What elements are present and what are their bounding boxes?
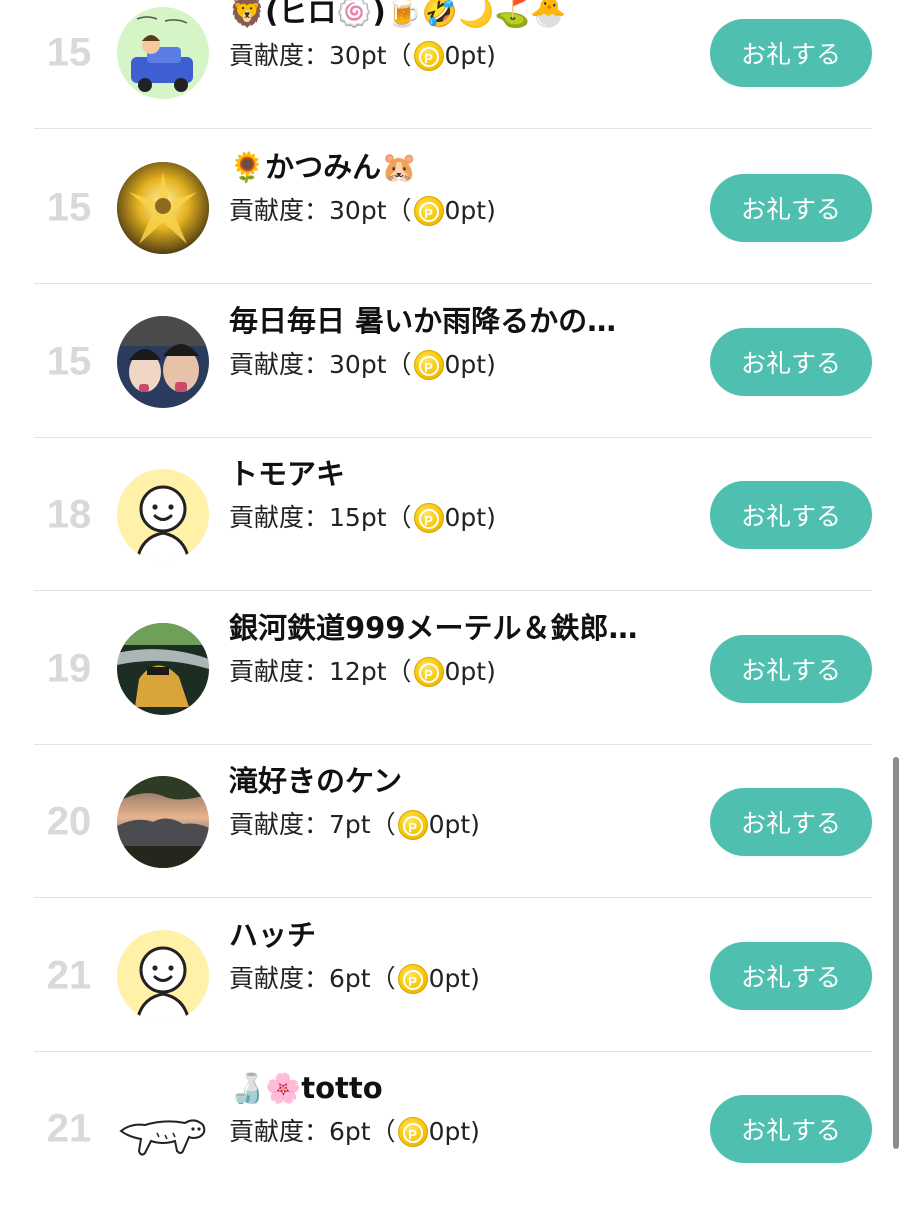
- score-label: 貢献度：: [229, 41, 330, 70]
- row-divider: [34, 897, 872, 898]
- paren: （: [386, 503, 412, 532]
- paren: （: [386, 350, 412, 379]
- paren: （: [386, 41, 412, 70]
- score-label: 貢献度：: [229, 810, 330, 839]
- contribution-score: 貢献度： 30pt （P 0pt): [229, 193, 496, 229]
- user-name: 銀河鉄道999メーテル＆鉄郎…: [229, 611, 638, 645]
- score-label: 貢献度：: [229, 1117, 330, 1146]
- rank-number: 18: [46, 492, 92, 536]
- coin-icon: P: [413, 350, 444, 380]
- contribution-score: 貢献度： 15pt （P 0pt): [229, 500, 496, 536]
- avatar[interactable]: [117, 775, 209, 868]
- thanks-button[interactable]: お礼する: [710, 1094, 872, 1163]
- coin-points: 0pt): [428, 1117, 480, 1146]
- ranking-row: 15 🦁(ヒロ🍥)🍺🤣🌙⛳🐣 貢献度： 30pt （P 0pt) お礼する: [0, 0, 907, 129]
- coin-points: 0pt): [444, 503, 496, 532]
- thanks-button[interactable]: お礼する: [710, 18, 872, 87]
- rank-number: 15: [46, 30, 92, 74]
- thanks-button[interactable]: お礼する: [710, 787, 872, 856]
- score-points: 12pt: [329, 657, 387, 686]
- contribution-score: 貢献度： 6pt （P 0pt): [229, 1114, 480, 1150]
- contribution-score: 貢献度： 12pt （P 0pt): [229, 654, 496, 690]
- coin-points: 0pt): [444, 196, 496, 225]
- user-name: 🌻かつみん🐹: [229, 150, 418, 184]
- scrollbar[interactable]: [893, 757, 899, 1149]
- ranking-row: 21 🍶🌸totto 貢献度： 6pt （P 0pt) お礼する: [0, 1052, 907, 1205]
- coin-icon: P: [413, 41, 444, 71]
- user-name: 🦁(ヒロ🍥)🍺🤣🌙⛳🐣: [229, 0, 567, 29]
- contribution-score: 貢献度： 6pt （P 0pt): [229, 961, 480, 997]
- avatar[interactable]: [117, 6, 209, 99]
- score-label: 貢献度：: [229, 964, 330, 993]
- thanks-button[interactable]: お礼する: [710, 941, 872, 1010]
- thanks-button[interactable]: お礼する: [710, 634, 872, 703]
- contribution-score: 貢献度： 30pt （P 0pt): [229, 347, 496, 383]
- rank-number: 21: [46, 1106, 92, 1150]
- score-points: 6pt: [329, 1117, 371, 1146]
- coin-points: 0pt): [444, 41, 496, 70]
- coin-icon: P: [413, 657, 444, 687]
- user-name: 🍶🌸totto: [229, 1071, 383, 1105]
- ranking-row: 15 🌻かつみん🐹 貢献度： 30pt （P 0pt) お礼する: [0, 131, 907, 284]
- ranking-row: 18 トモアキ 貢献度： 15pt （P 0pt) お礼する: [0, 438, 907, 591]
- coin-icon: P: [397, 810, 428, 840]
- coin-icon: P: [397, 964, 428, 994]
- user-name: ハッチ: [229, 918, 317, 952]
- row-divider: [34, 128, 872, 129]
- score-points: 30pt: [329, 41, 387, 70]
- ranking-row: 20 滝好きのケン 貢献度： 7pt （P 0pt) お礼する: [0, 745, 907, 898]
- user-name: 滝好きのケン: [229, 764, 403, 798]
- ranking-row: 21 ハッチ 貢献度： 6pt （P 0pt) お礼する: [0, 899, 907, 1052]
- score-points: 30pt: [329, 196, 387, 225]
- contribution-score: 貢献度： 30pt （P 0pt): [229, 38, 496, 74]
- avatar[interactable]: [117, 161, 209, 254]
- paren: （: [370, 810, 396, 839]
- score-label: 貢献度：: [229, 196, 330, 225]
- user-name: 毎日毎日 暑いか雨降るかの…: [229, 304, 617, 338]
- coin-points: 0pt): [444, 350, 496, 379]
- thanks-button[interactable]: お礼する: [710, 173, 872, 242]
- default-avatar-icon[interactable]: [117, 468, 209, 561]
- thanks-button[interactable]: お礼する: [710, 327, 872, 396]
- paren: （: [370, 1117, 396, 1146]
- default-avatar-icon[interactable]: [117, 929, 209, 1022]
- score-label: 貢献度：: [229, 350, 330, 379]
- avatar[interactable]: [117, 1082, 209, 1175]
- paren: （: [386, 196, 412, 225]
- coin-points: 0pt): [444, 657, 496, 686]
- coin-icon: P: [413, 196, 444, 226]
- ranking-row: 15 毎日毎日 暑いか雨降るかの… 貢献度： 30pt （P 0pt) お礼する: [0, 285, 907, 438]
- coin-points: 0pt): [428, 810, 480, 839]
- avatar[interactable]: [117, 622, 209, 715]
- rank-number: 19: [46, 646, 92, 690]
- row-divider: [34, 283, 872, 284]
- score-points: 30pt: [329, 350, 387, 379]
- coin-icon: P: [413, 503, 444, 533]
- thanks-button[interactable]: お礼する: [710, 480, 872, 549]
- rank-number: 20: [46, 799, 92, 843]
- score-label: 貢献度：: [229, 503, 330, 532]
- rank-number: 15: [46, 185, 92, 229]
- score-points: 15pt: [329, 503, 387, 532]
- avatar[interactable]: [117, 315, 209, 408]
- score-points: 7pt: [329, 810, 371, 839]
- rank-number: 21: [46, 953, 92, 997]
- score-label: 貢献度：: [229, 657, 330, 686]
- row-divider: [34, 590, 872, 591]
- rank-number: 15: [46, 339, 92, 383]
- coin-icon: P: [397, 1117, 428, 1147]
- ranking-row: 19 銀河鉄道999メーテル＆鉄郎… 貢献度： 12pt （P 0pt) お礼する: [0, 592, 907, 745]
- coin-points: 0pt): [428, 964, 480, 993]
- paren: （: [386, 657, 412, 686]
- user-name: トモアキ: [229, 457, 346, 491]
- paren: （: [370, 964, 396, 993]
- contribution-score: 貢献度： 7pt （P 0pt): [229, 807, 480, 843]
- score-points: 6pt: [329, 964, 371, 993]
